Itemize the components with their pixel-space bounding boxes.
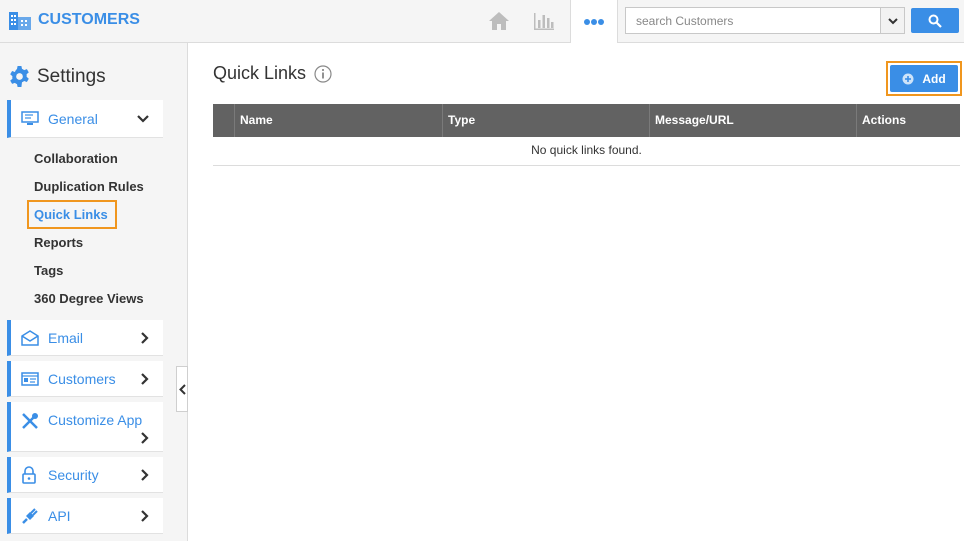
home-icon — [489, 12, 509, 30]
more-dots-icon — [584, 18, 604, 25]
sidebar-subitem-reports[interactable]: Reports — [34, 235, 83, 250]
more-nav-button[interactable] — [570, 0, 618, 43]
sidebar-item-api[interactable]: API — [7, 498, 163, 534]
sidebar-subitem-quick-links[interactable]: Quick Links — [34, 207, 108, 222]
plug-icon — [21, 498, 39, 533]
sidebar-item-email[interactable]: Email — [7, 320, 163, 356]
add-button-label: Add — [922, 71, 946, 86]
sidebar-item-label: General — [48, 111, 98, 127]
sidebar-item-label: API — [48, 508, 71, 524]
gear-icon — [10, 65, 29, 88]
sidebar-subitem-collaboration[interactable]: Collaboration — [34, 151, 118, 166]
search-button[interactable] — [911, 8, 959, 33]
settings-title: Settings — [8, 65, 106, 88]
add-button[interactable]: Add — [890, 65, 958, 92]
chevron-down-icon — [887, 17, 898, 24]
sidebar: Settings General Collaboration Duplicati… — [0, 43, 188, 541]
info-icon[interactable] — [314, 64, 332, 83]
sidebar-collapse-button[interactable] — [176, 366, 188, 412]
app-title[interactable]: CUSTOMERS — [8, 9, 140, 31]
home-nav-button[interactable] — [479, 0, 519, 42]
column-header-actions: Actions — [856, 104, 960, 137]
chevron-right-icon — [141, 469, 149, 481]
reports-nav-button[interactable] — [524, 0, 564, 42]
monitor-icon — [21, 100, 39, 137]
page-title-text: Quick Links — [213, 63, 307, 83]
bar-chart-icon — [534, 13, 554, 30]
top-bar: CUSTOMERS — [0, 0, 964, 43]
sidebar-item-security[interactable]: Security — [7, 457, 163, 493]
settings-title-text: Settings — [37, 65, 106, 87]
sidebar-item-customize-app[interactable]: Customize App — [7, 402, 163, 452]
lock-icon — [21, 457, 37, 492]
column-header-type[interactable]: Type — [442, 104, 650, 137]
email-icon — [21, 320, 39, 355]
building-icon — [9, 12, 31, 30]
sidebar-subitem-tags[interactable]: Tags — [34, 263, 63, 278]
search-icon — [928, 14, 942, 28]
sidebar-item-customers[interactable]: Customers — [7, 361, 163, 397]
chevron-left-icon — [178, 383, 186, 395]
chevron-right-icon — [141, 332, 149, 344]
table-header-spacer — [213, 104, 234, 137]
sidebar-subitem-duplication-rules[interactable]: Duplication Rules — [34, 179, 144, 194]
table-header: Name Type Message/URL Actions — [213, 104, 960, 137]
sidebar-subitem-360-degree-views[interactable]: 360 Degree Views — [34, 291, 144, 306]
sidebar-item-label: Customize App — [48, 412, 143, 428]
customers-icon — [21, 361, 39, 396]
plus-circle-icon — [902, 73, 914, 84]
sidebar-item-general[interactable]: General — [7, 100, 163, 138]
search-input[interactable] — [626, 8, 880, 33]
chevron-right-icon — [141, 510, 149, 522]
add-button-highlight: Add — [886, 61, 962, 96]
page-title: Quick Links — [213, 63, 332, 84]
column-header-name[interactable]: Name — [234, 104, 442, 137]
chevron-right-icon — [141, 373, 149, 385]
sidebar-item-label: Security — [48, 467, 99, 483]
chevron-down-icon — [137, 115, 149, 123]
quick-links-table: Name Type Message/URL Actions No quick l… — [213, 104, 960, 166]
app-title-text: CUSTOMERS — [38, 11, 140, 28]
search-dropdown-button[interactable] — [880, 8, 904, 33]
search-box — [625, 7, 905, 34]
chevron-right-icon — [141, 432, 149, 444]
empty-table-message: No quick links found. — [213, 137, 960, 166]
sidebar-item-label: Customers — [48, 371, 116, 387]
column-header-message-url[interactable]: Message/URL — [649, 104, 857, 137]
sidebar-item-label: Email — [48, 330, 84, 346]
tools-icon — [21, 402, 39, 451]
